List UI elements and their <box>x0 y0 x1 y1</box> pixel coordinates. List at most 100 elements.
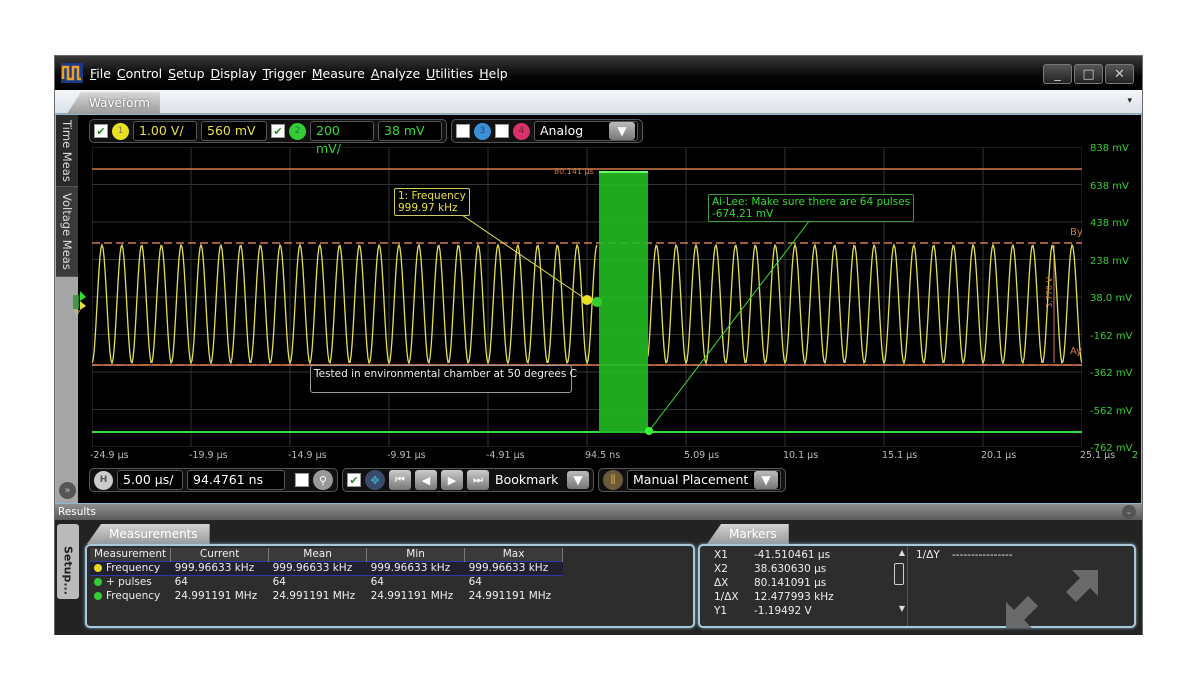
measurement-badge-icon <box>94 578 102 587</box>
x-tick-label: -14.9 µs <box>288 450 327 461</box>
measurement-row[interactable]: + pulses 64 64 64 64 <box>90 575 563 589</box>
previous-button[interactable]: ◀ <box>415 470 437 490</box>
chevron-down-icon[interactable]: ▼ <box>754 471 778 489</box>
menu-label: nalyze <box>379 66 421 81</box>
marker-by-label[interactable]: By <box>1070 227 1083 238</box>
close-button[interactable]: ✕ <box>1105 64 1134 84</box>
markers-panel: ▲ ▼ X1 -41.510461 µs X2 38.630630 µs ΔX 80.14… <box>698 544 1136 628</box>
expand-panel-icon[interactable] <box>1002 564 1102 634</box>
menu-trigger[interactable]: Trigger <box>263 66 306 81</box>
channel-4-badge[interactable]: 4 <box>513 122 530 140</box>
horizontal-badge[interactable]: H <box>94 470 113 490</box>
marker-value: 12.477993 kHz <box>754 591 834 603</box>
channel-1-offset-field[interactable]: 560 mV <box>201 121 267 141</box>
x-axis: -24.9 µs -19.9 µs -14.9 µs -9.91 µs -4.91 µs… <box>90 450 1142 464</box>
first-bookmark-button[interactable]: ⏮ <box>389 470 411 490</box>
tab-measurements[interactable]: Measurements <box>87 524 210 544</box>
marker-row: Y1 -1.19492 V <box>714 604 907 618</box>
bookmark-dropdown[interactable]: Bookmark ▼ <box>493 470 589 490</box>
zoom-checkbox[interactable]: ✔ <box>295 473 309 487</box>
menu-label: easure <box>322 66 365 81</box>
markers-right: 1/ΔY ---------------- <box>908 546 1134 628</box>
menu-label: elp <box>488 66 508 81</box>
menu-measure[interactable]: Measure <box>312 66 365 81</box>
menu-analyze[interactable]: Analyze <box>371 66 420 81</box>
chamber-annotation[interactable]: Tested in environmental chamber at 50 de… <box>310 365 577 393</box>
scroll-down-icon[interactable]: ▼ <box>899 604 905 613</box>
tab-markers[interactable]: Markers <box>707 524 789 544</box>
measurement-name: Frequency <box>106 590 161 602</box>
results-panel: Results ⌄ Setup... Measurements Markers … <box>55 504 1142 635</box>
ground-reference-icon[interactable] <box>70 287 88 317</box>
menu-setup[interactable]: Setup <box>168 66 204 81</box>
navigation-checkbox[interactable]: ✔ <box>347 473 361 487</box>
placement-icon[interactable]: ⫼ <box>603 470 623 490</box>
column-header[interactable]: Max <box>464 548 564 561</box>
maximize-button[interactable]: □ <box>1074 64 1103 84</box>
menu-accelerator: C <box>116 66 126 81</box>
channel-1-scale-field[interactable]: 1.00 V/ <box>133 121 197 141</box>
channel-1-waveform <box>647 243 1082 365</box>
menu-accelerator: M <box>311 66 323 81</box>
placement-dropdown[interactable]: Manual Placement ▼ <box>627 470 781 490</box>
marker-key: 1/ΔY <box>916 549 940 561</box>
next-button[interactable]: ▶ <box>441 470 463 490</box>
column-header[interactable]: Current <box>170 548 270 561</box>
waveform-canvas[interactable] <box>92 147 1082 447</box>
measurement-row[interactable]: Frequency 999.96633 kHz 999.96633 kHz 999.9… <box>90 560 563 576</box>
side-tab-voltage-meas[interactable]: Voltage Meas <box>56 187 78 277</box>
window-controls: _ □ ✕ <box>1043 64 1134 84</box>
menu-utilities[interactable]: Utilities <box>426 66 473 81</box>
setup-tab[interactable]: Setup... <box>57 524 79 599</box>
y-tick-label: 238 mV <box>1090 255 1129 267</box>
channel-2-badge[interactable]: 2 <box>289 122 306 140</box>
marker-key: 1/ΔX <box>714 591 739 603</box>
channel-2-axis-indicator: 2 <box>1132 450 1139 461</box>
measurement-row[interactable]: Frequency 24.991191 MHz 24.991191 MHz 24.99… <box>90 589 563 603</box>
measurement-min-cell: 999.96633 kHz <box>366 560 465 576</box>
minimize-button[interactable]: _ <box>1043 64 1072 84</box>
scrollbar-thumb[interactable] <box>894 563 904 585</box>
channel-mode-dropdown[interactable]: Analog ▼ <box>534 121 638 141</box>
menu-control[interactable]: Control <box>117 66 162 81</box>
magnifier-icon[interactable]: ⚲ <box>313 470 333 490</box>
expand-icon[interactable]: » <box>59 482 76 499</box>
ailee-annotation[interactable]: Ai-Lee: Make sure there are 64 pulses -6… <box>708 194 915 222</box>
frequency-annotation[interactable]: 1: Frequency 999.97 kHz <box>394 188 470 216</box>
marker-row: X2 38.630630 µs <box>714 562 907 576</box>
markers-list: ▲ ▼ X1 -41.510461 µs X2 38.630630 µs ΔX 80.14… <box>700 546 908 626</box>
channel-3-badge[interactable]: 3 <box>474 122 491 140</box>
scroll-up-icon[interactable]: ▲ <box>899 548 905 557</box>
channel-3-checkbox[interactable]: ✔ <box>456 124 470 138</box>
menu-help[interactable]: Help <box>479 66 508 81</box>
channel-2-checkbox[interactable]: ✔ <box>271 124 285 138</box>
timebase-position-field[interactable]: 94.4761 ns <box>187 470 285 490</box>
column-header[interactable]: Measurement <box>90 548 172 561</box>
column-header[interactable]: Mean <box>268 548 368 561</box>
oscilloscope-app-window: File Control Setup Display Trigger Measure Ana… <box>54 55 1143 635</box>
last-bookmark-button[interactable]: ⏭ <box>467 470 489 490</box>
setup-label: Setup... <box>61 546 75 595</box>
channel-1-checkbox[interactable]: ✔ <box>94 124 108 138</box>
channel-2-offset-field[interactable]: 38 mV <box>378 121 442 141</box>
chevron-down-icon[interactable]: ▼ <box>609 122 635 140</box>
waveform-plot[interactable]: 1: Frequency 999.97 kHz Ai-Lee: Make sur… <box>73 147 1083 447</box>
marker-ay-label[interactable]: Ay <box>1070 346 1082 357</box>
menu-file[interactable]: File <box>90 66 111 81</box>
bookmark-label: Bookmark <box>495 472 559 487</box>
collapse-icon[interactable]: ⌄ <box>1122 505 1136 519</box>
channel-2-scale-field[interactable]: 200 mV/ <box>310 121 374 156</box>
side-tab-time-meas[interactable]: Time Meas <box>56 115 78 187</box>
channel-1-badge[interactable]: 1 <box>112 122 129 140</box>
navigate-icon[interactable]: ✥ <box>365 470 385 490</box>
chevron-down-icon[interactable]: ▼ <box>567 471 589 489</box>
tab-menu-icon[interactable]: ▾ <box>1127 96 1132 106</box>
channel-4-checkbox[interactable]: ✔ <box>495 124 509 138</box>
column-header[interactable]: Min <box>366 548 466 561</box>
navigation-group: ✔ ✥ ⏮ ◀ ▶ ⏭ Bookmark ▼ <box>342 468 594 492</box>
timebase-scale-field[interactable]: 5.00 µs/ <box>117 470 183 490</box>
tab-waveform[interactable]: Waveform <box>67 92 160 114</box>
measurement-name-cell: Frequency <box>90 560 171 576</box>
measurement-mean-cell: 24.991191 MHz <box>272 590 356 602</box>
menu-display[interactable]: Display <box>211 66 257 81</box>
